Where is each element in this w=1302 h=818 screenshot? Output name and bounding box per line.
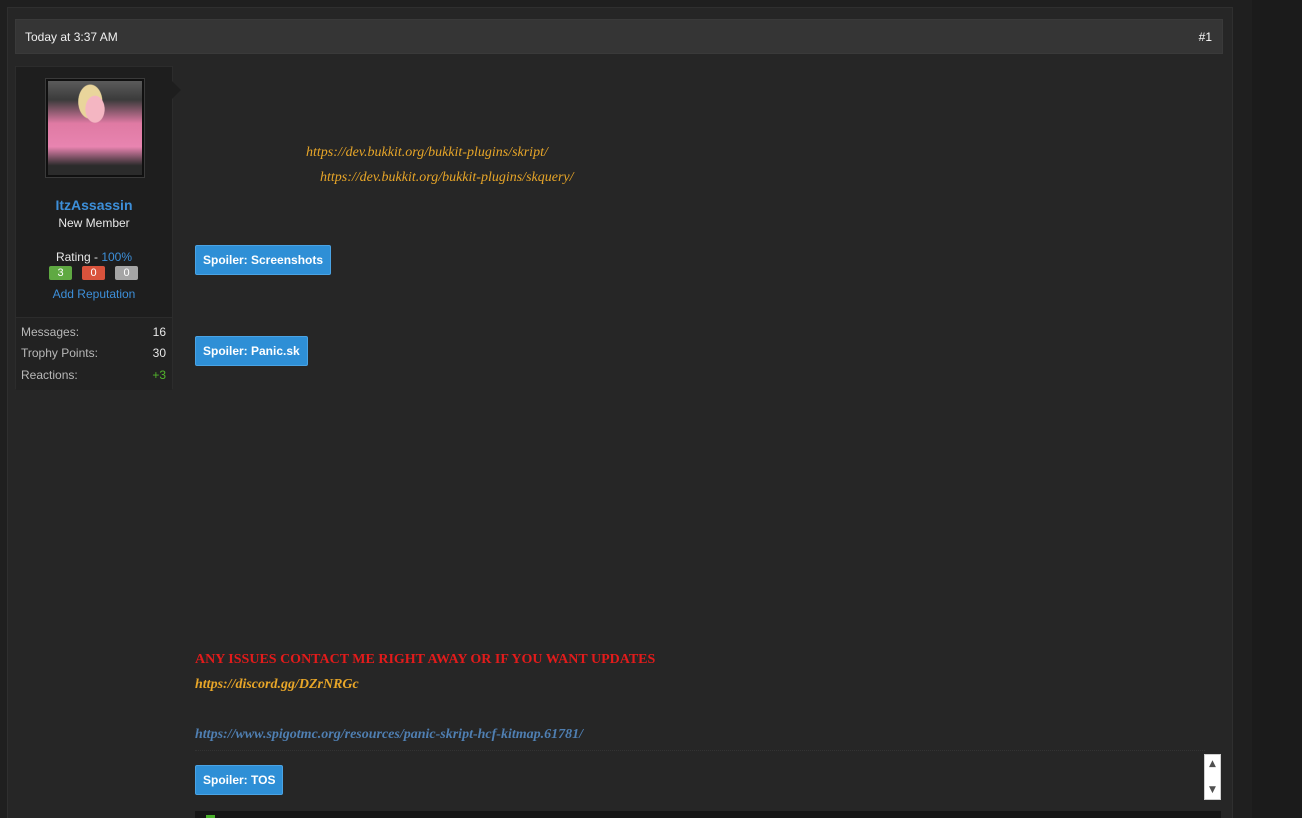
stat-trophy-points: Trophy Points: 30 <box>21 346 166 362</box>
stat-label: Trophy Points: <box>21 346 98 360</box>
rating-value: 100% <box>101 250 133 264</box>
page-right-strip <box>1252 0 1302 818</box>
issues-notice: ANY ISSUES CONTACT ME RIGHT AWAY OR IF Y… <box>195 652 656 667</box>
link-underline <box>195 750 1205 751</box>
post-header: Today at 3:37 AM #1 <box>15 19 1223 54</box>
stat-value: +3 <box>152 368 166 382</box>
rating-label: Rating - <box>55 250 102 264</box>
user-panel-arrow <box>172 81 181 99</box>
negative-rep-badge: 0 <box>82 266 105 280</box>
spigot-link[interactable]: https://www.spigotmc.org/resources/panic… <box>195 727 583 743</box>
discord-link[interactable]: https://discord.gg/DZrNRGc <box>195 677 359 693</box>
stat-label: Messages: <box>21 325 80 339</box>
scroll-down-icon[interactable]: ▼ <box>1205 783 1220 797</box>
skquery-link[interactable]: https://dev.bukkit.org/bukkit-plugins/sk… <box>320 170 574 186</box>
post-container: Today at 3:37 AM #1 ItzAssassin New Memb… <box>7 7 1233 818</box>
add-reputation-link[interactable]: Add Reputation <box>16 287 172 301</box>
scrollbar[interactable]: ▲ ▼ <box>1204 754 1221 800</box>
avatar[interactable] <box>45 78 145 178</box>
reputation-boxes: 3 0 0 <box>49 266 149 281</box>
stat-value[interactable]: 16 <box>153 325 166 339</box>
user-title: New Member <box>58 216 130 230</box>
neutral-rep-badge: 0 <box>115 266 138 280</box>
stat-messages: Messages: 16 <box>21 325 166 341</box>
skript-link[interactable]: https://dev.bukkit.org/bukkit-plugins/sk… <box>306 145 548 161</box>
user-panel: ItzAssassin New Member Rating - 100% 3 0… <box>15 66 181 390</box>
spoiler-panic-button[interactable]: Spoiler: Panic.sk <box>195 336 308 366</box>
stat-label: Reactions: <box>21 368 78 382</box>
code-block <box>195 811 1221 818</box>
post-date[interactable]: Today at 3:37 AM <box>25 30 118 44</box>
spoiler-tos-button[interactable]: Spoiler: TOS <box>195 765 284 795</box>
stat-reactions: Reactions: +3 <box>21 368 166 384</box>
positive-rep-badge: 3 <box>49 266 72 280</box>
username-link[interactable]: ItzAssassin <box>16 197 172 213</box>
rating-line: Rating - 100% <box>16 250 172 264</box>
post-permalink-number[interactable]: #1 <box>1199 30 1212 44</box>
scroll-up-icon[interactable]: ▲ <box>1205 757 1220 771</box>
stat-value[interactable]: 30 <box>153 346 166 360</box>
spoiler-screenshots-button[interactable]: Spoiler: Screenshots <box>195 245 332 275</box>
avatar-image <box>48 81 142 175</box>
user-stats: Messages: 16 Trophy Points: 30 Reactions… <box>16 317 172 390</box>
